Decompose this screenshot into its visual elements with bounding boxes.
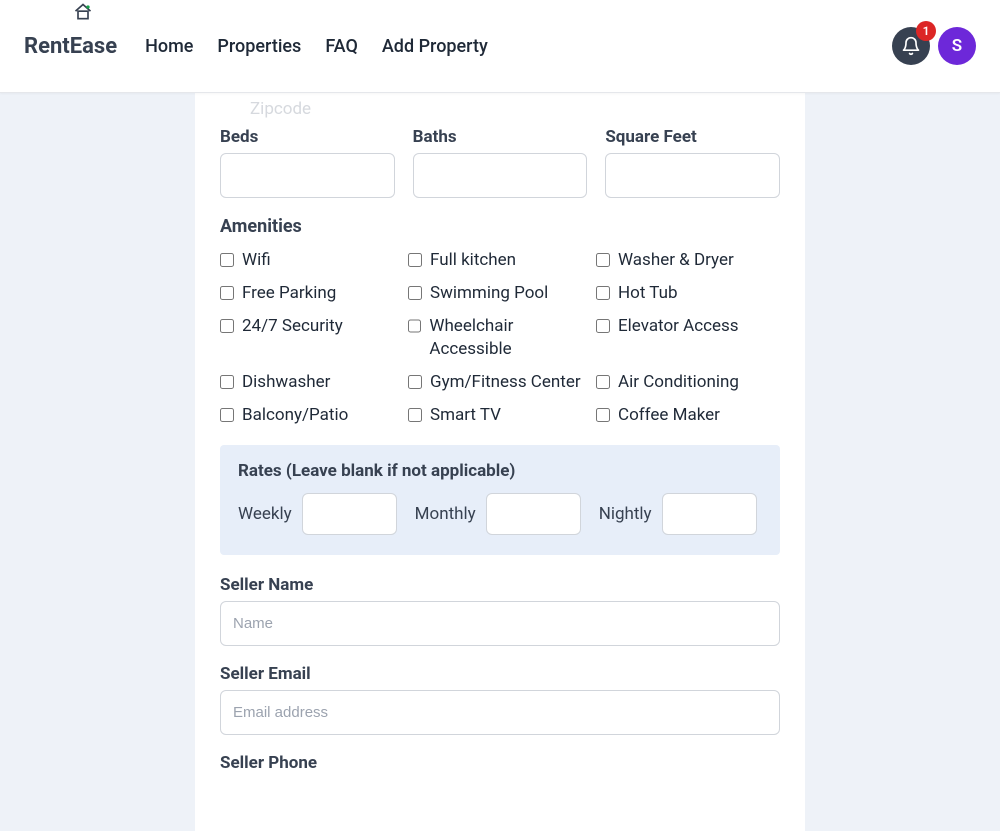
amenity-label: Air Conditioning	[618, 371, 739, 394]
amenity-checkbox[interactable]	[596, 286, 610, 300]
baths-label: Baths	[413, 127, 588, 147]
amenity-checkbox[interactable]	[596, 375, 610, 389]
header: Rent Ease Home Properties FAQ Add Proper…	[0, 0, 1000, 93]
amenity-label: Balcony/Patio	[242, 404, 348, 427]
amenity-item[interactable]: Coffee Maker	[596, 404, 780, 427]
amenity-label: Swimming Pool	[430, 282, 548, 305]
rate-weekly-label: Weekly	[238, 504, 292, 524]
rate-nightly-input[interactable]	[662, 493, 757, 535]
amenity-checkbox[interactable]	[596, 319, 610, 333]
logo-text-part2: Ease	[70, 34, 117, 59]
seller-phone-label: Seller Phone	[220, 753, 780, 773]
amenity-checkbox[interactable]	[596, 253, 610, 267]
amenity-item[interactable]: 24/7 Security	[220, 315, 404, 361]
amenity-item[interactable]: Full kitchen	[408, 249, 592, 272]
amenity-checkbox[interactable]	[220, 375, 234, 389]
amenity-label: Wifi	[242, 249, 271, 272]
beds-input[interactable]	[220, 153, 395, 198]
amenity-item[interactable]: Dishwasher	[220, 371, 404, 394]
amenity-label: Hot Tub	[618, 282, 678, 305]
amenity-label: Free Parking	[242, 282, 336, 305]
amenity-item[interactable]: Swimming Pool	[408, 282, 592, 305]
amenity-label: Smart TV	[430, 404, 501, 427]
seller-email-input[interactable]	[220, 690, 780, 735]
amenity-checkbox[interactable]	[220, 408, 234, 422]
beds-baths-sqft-row: Beds Baths Square Feet	[220, 127, 780, 198]
amenity-checkbox[interactable]	[596, 408, 610, 422]
amenity-item[interactable]: Washer & Dryer	[596, 249, 780, 272]
amenity-checkbox[interactable]	[220, 286, 234, 300]
amenities-grid: Wifi Full kitchen Washer & Dryer Free Pa…	[220, 249, 780, 427]
amenity-checkbox[interactable]	[408, 253, 422, 267]
rate-monthly-input[interactable]	[486, 493, 581, 535]
seller-name-label: Seller Name	[220, 575, 780, 595]
form-card: Zipcode Beds Baths Square Feet Amenities…	[195, 93, 805, 831]
logo-text-part1: Rent	[24, 34, 70, 59]
amenity-item[interactable]: Balcony/Patio	[220, 404, 404, 427]
bell-icon	[901, 36, 921, 56]
amenity-label: Wheelchair Accessible	[429, 315, 592, 361]
amenity-label: 24/7 Security	[242, 315, 343, 338]
amenity-label: Dishwasher	[242, 371, 330, 394]
amenity-checkbox[interactable]	[408, 375, 422, 389]
amenity-item[interactable]: Gym/Fitness Center	[408, 371, 592, 394]
amenity-label: Washer & Dryer	[618, 249, 734, 272]
amenity-item[interactable]: Smart TV	[408, 404, 592, 427]
rates-title: Rates (Leave blank if not applicable)	[238, 461, 762, 481]
nav-add-property[interactable]: Add Property	[382, 36, 488, 57]
amenity-item[interactable]: Free Parking	[220, 282, 404, 305]
avatar[interactable]: S	[938, 27, 976, 65]
notifications-badge: 1	[916, 21, 936, 41]
main-nav: Home Properties FAQ Add Property	[145, 36, 488, 57]
rates-row: Weekly Monthly Nightly	[238, 493, 762, 535]
baths-input[interactable]	[413, 153, 588, 198]
nav-home[interactable]: Home	[145, 36, 193, 57]
amenity-checkbox[interactable]	[408, 408, 422, 422]
header-right: 1 S	[892, 27, 976, 65]
amenity-label: Coffee Maker	[618, 404, 720, 427]
amenity-item[interactable]: Hot Tub	[596, 282, 780, 305]
seller-email-label: Seller Email	[220, 664, 780, 684]
amenity-checkbox[interactable]	[220, 253, 234, 267]
amenity-item[interactable]: Elevator Access	[596, 315, 780, 361]
amenity-checkbox[interactable]	[220, 319, 234, 333]
sqft-input[interactable]	[605, 153, 780, 198]
beds-label: Beds	[220, 127, 395, 147]
rates-box: Rates (Leave blank if not applicable) We…	[220, 445, 780, 555]
amenity-label: Elevator Access	[618, 315, 739, 338]
amenity-label: Gym/Fitness Center	[430, 371, 581, 394]
amenity-item[interactable]: Air Conditioning	[596, 371, 780, 394]
notifications-button[interactable]: 1	[892, 27, 930, 65]
logo[interactable]: Rent Ease	[24, 34, 117, 59]
rate-weekly-input[interactable]	[302, 493, 397, 535]
rate-monthly-label: Monthly	[415, 504, 476, 524]
nav-faq[interactable]: FAQ	[325, 36, 358, 57]
amenity-item[interactable]: Wheelchair Accessible	[408, 315, 592, 361]
house-icon	[72, 2, 94, 22]
seller-name-input[interactable]	[220, 601, 780, 646]
amenity-item[interactable]: Wifi	[220, 249, 404, 272]
sqft-label: Square Feet	[605, 127, 780, 147]
amenity-checkbox[interactable]	[408, 286, 422, 300]
rate-nightly-label: Nightly	[599, 504, 652, 524]
amenities-label: Amenities	[220, 216, 780, 237]
nav-properties[interactable]: Properties	[217, 36, 301, 57]
zipcode-placeholder-ghost: Zipcode	[220, 93, 780, 117]
amenity-label: Full kitchen	[430, 249, 516, 272]
amenity-checkbox[interactable]	[408, 319, 421, 333]
page: Zipcode Beds Baths Square Feet Amenities…	[0, 0, 1000, 831]
